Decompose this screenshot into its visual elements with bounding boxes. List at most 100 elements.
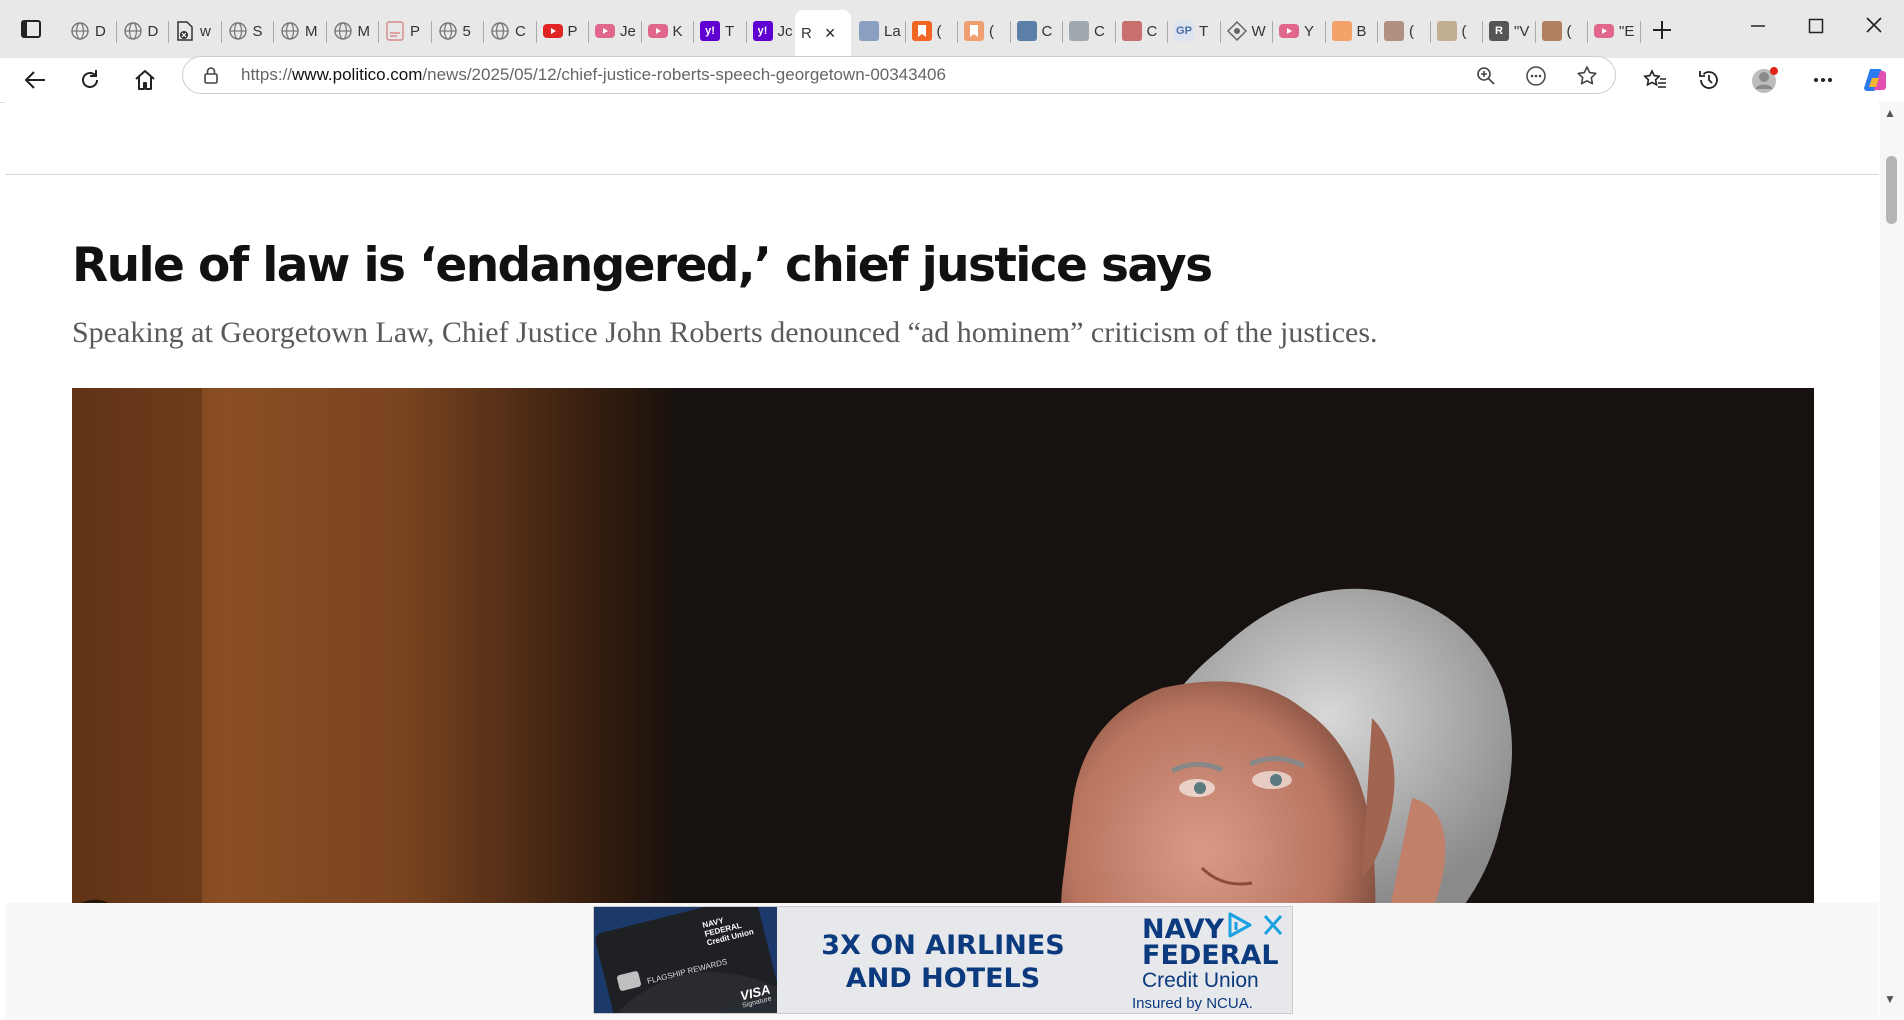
tab-close-icon[interactable]: × [825, 23, 836, 44]
tab[interactable]: y! Jc [747, 10, 800, 52]
vertical-scrollbar[interactable] [1880, 102, 1904, 1020]
yahoo-icon: y! [700, 21, 720, 41]
home-button[interactable] [128, 64, 162, 96]
tab[interactable]: La [853, 10, 906, 52]
tab-label: D [95, 22, 106, 40]
profile-button[interactable] [1748, 64, 1782, 96]
tab[interactable]: W [1221, 10, 1274, 52]
tab-label: Je [620, 22, 636, 40]
lock-icon[interactable] [203, 66, 219, 89]
close-icon [1263, 915, 1283, 935]
back-arrow-icon [24, 71, 45, 89]
globe-icon [438, 21, 458, 41]
tab[interactable]: M [327, 10, 380, 52]
tab[interactable]: D [117, 10, 170, 52]
tab[interactable]: Je [589, 10, 642, 52]
settings-menu-button[interactable] [1806, 64, 1840, 96]
tab[interactable]: ( [1378, 10, 1431, 52]
tab-label: C [1094, 22, 1105, 40]
youtube-icon [1279, 21, 1299, 41]
image-icon [859, 21, 879, 41]
image-icon [1541, 21, 1562, 41]
tab[interactable]: P [537, 10, 590, 52]
tab[interactable]: ( [1536, 10, 1589, 52]
tab-label: "V [1514, 22, 1530, 40]
address-bar[interactable]: https://www.politico.com/news/2025/05/12… [182, 56, 1616, 94]
tab-label: ( [989, 22, 994, 40]
history-button[interactable] [1692, 64, 1726, 96]
blocked-page-icon [175, 21, 195, 41]
diamond-icon [1226, 21, 1247, 41]
tab[interactable]: C [1011, 10, 1064, 52]
tab[interactable]: P [379, 10, 432, 52]
profile-avatar-icon [1752, 67, 1778, 93]
tab[interactable]: D [64, 10, 117, 52]
minimize-icon [1751, 25, 1765, 27]
copilot-button[interactable] [1858, 64, 1892, 96]
tab[interactable]: Y [1273, 10, 1326, 52]
scrollbar-thumb[interactable] [1886, 156, 1897, 224]
tab[interactable]: "E [1588, 10, 1641, 52]
scroll-down-arrow-icon[interactable]: ▼ [1884, 992, 1896, 1006]
tab[interactable]: R "V [1483, 10, 1536, 52]
refresh-icon [82, 70, 98, 88]
zoom-button[interactable] [1471, 62, 1501, 90]
tab[interactable]: ( [906, 10, 959, 52]
tab[interactable]: GP T [1168, 10, 1221, 52]
maximize-icon [1808, 18, 1824, 34]
tab[interactable]: ( [1431, 10, 1484, 52]
tab[interactable]: C [1063, 10, 1116, 52]
url-text[interactable]: https://www.politico.com/news/2025/05/12… [241, 65, 946, 85]
ad-credit-card-image: NAVY FEDERAL Credit Union FLAGSHIP REWAR… [594, 907, 779, 1013]
maximize-button[interactable] [1796, 10, 1836, 42]
favorites-button[interactable] [1638, 64, 1672, 96]
back-button[interactable] [18, 64, 52, 96]
tab[interactable]: 5 [432, 10, 485, 52]
url-scheme: https:// [241, 65, 293, 84]
tab-label: B [1356, 22, 1367, 40]
tab[interactable]: B [1326, 10, 1379, 52]
banner-ad[interactable]: NAVY FEDERAL Credit Union FLAGSHIP REWAR… [593, 906, 1293, 1014]
tab-label: M [305, 22, 318, 40]
header-divider [5, 174, 1879, 175]
tab-label: D [147, 22, 159, 40]
refresh-button[interactable] [73, 64, 107, 96]
tab[interactable]: M [274, 10, 327, 52]
star-icon [1577, 66, 1597, 85]
window-close-button[interactable] [1854, 8, 1894, 42]
tab[interactable]: S [222, 10, 275, 52]
tab[interactable]: w [169, 10, 222, 52]
seal-icon [1069, 21, 1089, 41]
new-tab-button[interactable] [1646, 14, 1678, 46]
minimize-button[interactable] [1738, 10, 1778, 42]
tab[interactable]: C [1116, 10, 1169, 52]
scroll-up-arrow-icon[interactable]: ▲ [1884, 106, 1896, 120]
globe-icon [280, 21, 300, 41]
article-subheadline: Speaking at Georgetown Law, Chief Justic… [72, 316, 1378, 349]
tab-label: ( [1566, 22, 1572, 40]
tab-label: M [357, 22, 371, 40]
tab-label: T [1199, 22, 1209, 40]
tab-label: S [252, 22, 263, 40]
reading-view-button[interactable] [1521, 62, 1551, 90]
tab[interactable]: ( [958, 10, 1011, 52]
add-favorite-button[interactable] [1572, 62, 1602, 90]
ad-close-button[interactable] [1258, 911, 1288, 939]
tab-label: P [567, 22, 578, 40]
tab-label: ( [1409, 22, 1414, 40]
tab-label: K [672, 22, 683, 40]
youtube-icon [542, 21, 563, 41]
tab-label: Y [1304, 22, 1315, 40]
history-icon [1699, 71, 1718, 89]
tab[interactable]: y! T [694, 10, 747, 52]
adchoices-button[interactable] [1224, 911, 1254, 939]
ad-disclaimer: Insured by NCUA. [1132, 995, 1253, 1012]
tab[interactable]: C [484, 10, 537, 52]
square-icon [1016, 21, 1037, 41]
tab[interactable]: K [642, 10, 695, 52]
bookmark-icon [911, 21, 932, 41]
tab-active[interactable]: R × [795, 10, 851, 56]
tab-label: Jc [777, 22, 793, 40]
tab-actions-menu-button[interactable] [14, 14, 48, 44]
tab-label: ( [1461, 22, 1467, 40]
